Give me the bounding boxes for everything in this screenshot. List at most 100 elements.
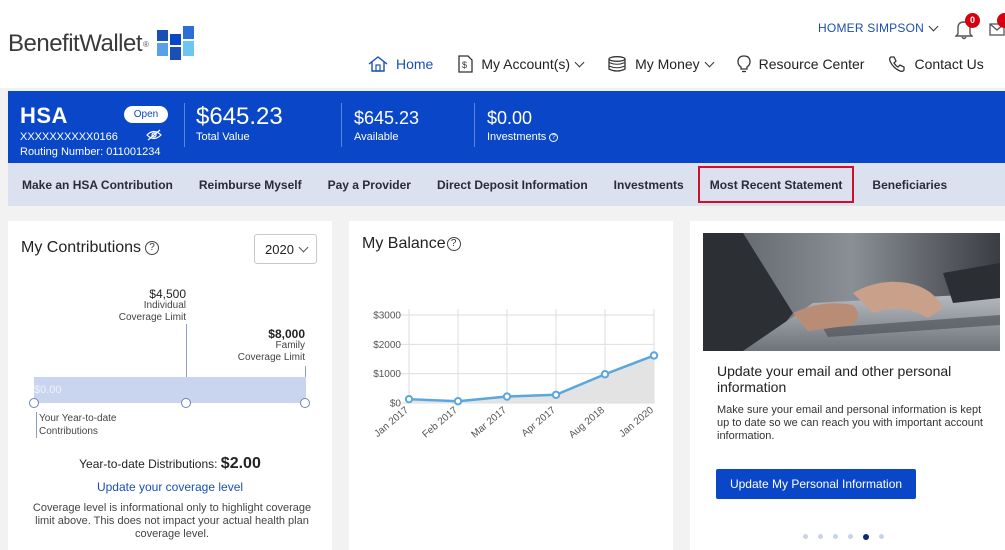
balance-chart: $0$1000$2000$3000Jan 2017 Feb 2017 Mar 201… bbox=[372, 309, 659, 441]
update-personal-info-button[interactable]: Update My Personal Information bbox=[716, 469, 916, 499]
individual-limit-label-2: Coverage Limit bbox=[118, 312, 186, 323]
contributions-card: My Contributions? 2020 $4,500 Individual… bbox=[8, 221, 332, 550]
chevron-down-icon bbox=[928, 21, 939, 32]
update-coverage-link[interactable]: Update your coverage level bbox=[8, 480, 332, 494]
balance-point bbox=[453, 397, 463, 406]
ytd-contributions-label-2: Contributions bbox=[39, 426, 98, 437]
brand-mark-icon bbox=[156, 26, 194, 60]
x-tick-label: Aug 2018 bbox=[567, 405, 607, 441]
family-limit-label-2: Coverage Limit bbox=[237, 352, 305, 363]
nav-my-accounts[interactable]: $ My Account(s) bbox=[457, 55, 585, 73]
balance-card: My Balance? $0 $1000 $2000 $3000 Jan 2017 Feb… bbox=[349, 221, 673, 550]
nav-resource-center[interactable]: Resource Center bbox=[736, 55, 864, 73]
contribution-bar-value: $0.00 bbox=[34, 384, 62, 396]
carousel-dot[interactable] bbox=[818, 534, 823, 539]
individual-limit-amount: $4,500 bbox=[149, 287, 186, 301]
available-amount: $645.23 bbox=[354, 108, 420, 128]
nav-my-accounts-label: My Account(s) bbox=[481, 56, 571, 72]
balance-title: My Balance bbox=[362, 235, 446, 252]
carousel-dot[interactable] bbox=[879, 534, 884, 539]
year-select-value: 2020 bbox=[265, 242, 294, 257]
coverage-note: Coverage level is informational only to … bbox=[32, 502, 312, 540]
nav-my-money[interactable]: My Money bbox=[607, 56, 715, 72]
ytd-contributions-label-1: Your Year-to-date bbox=[39, 413, 117, 424]
action-most-recent-statement[interactable]: Most Recent Statement bbox=[697, 166, 855, 203]
brand-name: BenefitWallet bbox=[8, 30, 143, 57]
carousel-dot[interactable] bbox=[863, 533, 869, 540]
phone-icon bbox=[889, 56, 906, 72]
ytd-distributions: Year-to-date Distributions: $2.00 bbox=[8, 455, 332, 473]
promo-title: Update your email and other personal inf… bbox=[717, 363, 952, 395]
nav-home[interactable]: Home bbox=[368, 56, 433, 72]
investments-label: Investments bbox=[487, 131, 547, 143]
total-value-amount: $645.23 bbox=[196, 103, 283, 130]
brand-reg-mark: ® bbox=[143, 39, 149, 49]
divider bbox=[184, 103, 185, 147]
carousel-dot[interactable] bbox=[803, 534, 808, 539]
action-beneficiaries[interactable]: Beneficiaries bbox=[872, 178, 947, 192]
action-investments[interactable]: Investments bbox=[614, 178, 684, 192]
x-tick-label: Jan 2017 bbox=[372, 405, 411, 440]
home-icon bbox=[368, 56, 388, 72]
carousel-dots bbox=[803, 533, 894, 540]
messages-badge bbox=[997, 13, 1005, 28]
investments-amount: $0.00 bbox=[487, 108, 533, 128]
chevron-down-icon bbox=[574, 57, 585, 68]
year-select[interactable]: 2020 bbox=[254, 234, 317, 264]
notification-count-badge: 0 bbox=[965, 13, 980, 28]
notifications-button[interactable]: 0 bbox=[955, 13, 980, 40]
family-limit-label-1: Family bbox=[275, 340, 305, 351]
main-nav: Home $ My Account(s) My Money Resource C… bbox=[368, 55, 984, 73]
action-reimburse-myself[interactable]: Reimburse Myself bbox=[199, 178, 302, 192]
routing-number: Routing Number: 011001234 bbox=[20, 146, 161, 158]
balance-point bbox=[551, 390, 561, 399]
x-tick-label: Feb 2017 bbox=[420, 405, 460, 441]
svg-text:$: $ bbox=[462, 60, 467, 70]
y-tick-label: $1000 bbox=[373, 369, 401, 380]
action-make-hsa-contribution[interactable]: Make an HSA Contribution bbox=[22, 178, 173, 192]
balance-point bbox=[649, 351, 659, 360]
top-header: BenefitWallet ® HOMER SIMPSON 0 Home $ M… bbox=[0, 0, 1005, 88]
user-menu[interactable]: HOMER SIMPSON bbox=[818, 21, 939, 35]
help-icon[interactable]: ? bbox=[145, 241, 160, 255]
x-tick-label: Mar 2017 bbox=[469, 405, 509, 441]
action-direct-deposit-information[interactable]: Direct Deposit Information bbox=[437, 178, 588, 192]
user-name: HOMER SIMPSON bbox=[818, 21, 924, 35]
account-summary-bar: HSA Open XXXXXXXXXX0166 Routing Number: … bbox=[8, 91, 1005, 163]
nav-contact-us-label: Contact Us bbox=[914, 56, 984, 72]
nav-home-label: Home bbox=[396, 56, 434, 72]
progress-marker-start bbox=[29, 398, 39, 408]
ytd-contributions-label: Your Year-to-date Contributions bbox=[36, 412, 116, 438]
balance-title-row: My Balance? bbox=[362, 235, 461, 253]
chevron-down-icon bbox=[704, 57, 715, 68]
account-type: HSA bbox=[20, 103, 68, 128]
brand-logo[interactable]: BenefitWallet ® bbox=[8, 26, 195, 62]
nav-contact-us[interactable]: Contact Us bbox=[888, 55, 984, 73]
available-label: Available bbox=[354, 131, 399, 143]
app-root: BenefitWallet ® HOMER SIMPSON 0 Home $ M… bbox=[0, 0, 1005, 550]
carousel-dot[interactable] bbox=[848, 534, 853, 539]
balance-point bbox=[502, 392, 512, 401]
messages-button[interactable] bbox=[989, 13, 1005, 39]
user-area: HOMER SIMPSON 0 bbox=[818, 13, 1005, 42]
divider bbox=[341, 103, 342, 147]
ytd-distributions-amount: $2.00 bbox=[220, 455, 261, 472]
help-icon[interactable]: ? bbox=[549, 133, 559, 142]
contribution-progress-bar bbox=[34, 377, 306, 403]
y-tick-label: $2000 bbox=[373, 340, 401, 351]
ytd-distributions-label: Year-to-date Distributions: bbox=[79, 457, 218, 471]
help-icon[interactable]: ? bbox=[446, 237, 461, 251]
progress-marker-family bbox=[300, 398, 310, 408]
coin-stack-icon bbox=[608, 56, 626, 72]
action-pay-a-provider[interactable]: Pay a Provider bbox=[328, 178, 411, 192]
account-number: XXXXXXXXXX0166 bbox=[20, 131, 118, 143]
contributions-title-row: My Contributions? bbox=[21, 239, 160, 257]
eye-slash-icon[interactable] bbox=[146, 129, 162, 141]
chevron-down-icon bbox=[298, 242, 309, 253]
dollar-document-icon: $ bbox=[458, 55, 474, 73]
carousel-dot[interactable] bbox=[833, 534, 838, 539]
lightbulb-icon bbox=[736, 55, 751, 73]
divider bbox=[474, 103, 475, 147]
contributions-title: My Contributions bbox=[21, 239, 142, 256]
family-limit-amount: $8,000 bbox=[268, 327, 305, 341]
